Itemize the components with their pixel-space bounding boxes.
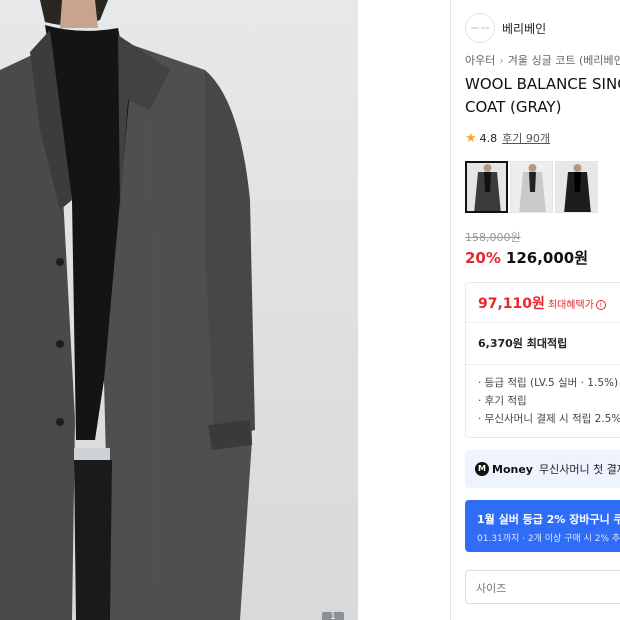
coupon-banner[interactable]: 1월 실버 등급 2% 장바구니 쿠폰 01.31까지 · 2개 이상 구매 시… xyxy=(465,500,620,552)
points-item: · 무신사머니 결제 시 적립 2.5% xyxy=(478,413,620,425)
points-summary: 6,370원 최대적립 xyxy=(466,323,620,365)
money-m-icon: M xyxy=(475,462,489,476)
star-icon: ★ xyxy=(465,130,477,146)
breadcrumb: 아우터 › 겨울 싱글 코트 (베리베인) xyxy=(465,52,620,68)
swatch-gray[interactable] xyxy=(465,161,508,213)
size-select[interactable]: 사이즈 xyxy=(465,570,620,604)
money-banner[interactable]: M Money 무신사머니 첫 결제 xyxy=(465,450,620,488)
coupon-subtext: 01.31까지 · 2개 이상 구매 시 2% 추가 xyxy=(477,534,620,544)
swatch-light-gray-thumbnail xyxy=(511,162,552,212)
rating-row: ★ 4.8 후기 90개 xyxy=(465,130,550,146)
money-banner-text: 무신사머니 첫 결제 xyxy=(538,463,620,476)
product-title: WOOL BALANCE SINGLE COAT (GRAY) xyxy=(465,75,620,116)
swatch-black[interactable] xyxy=(555,161,598,213)
breadcrumb-subcategory[interactable]: 겨울 싱글 코트 (베리베인) xyxy=(508,54,620,67)
image-counter-badge: 1 xyxy=(322,612,344,620)
discount-rate: 20% xyxy=(465,249,501,267)
points-item: · 후기 적립 xyxy=(478,395,527,407)
swatch-black-thumbnail xyxy=(556,162,597,212)
info-icon[interactable]: i xyxy=(595,300,606,310)
points-item: · 등급 적립 (LV.5 실버 · 1.5%) xyxy=(478,377,619,389)
product-main-image[interactable]: 1 xyxy=(0,0,358,620)
swatch-light-gray[interactable] xyxy=(510,161,553,213)
brand-logo[interactable]: VERY VAIN xyxy=(465,13,495,43)
money-brand-word: Money xyxy=(492,462,533,476)
original-price: 158,000원 xyxy=(465,231,521,244)
brand-name[interactable]: 베리베인 xyxy=(502,20,546,37)
coat-model-illustration xyxy=(0,0,255,620)
rating-value: 4.8 xyxy=(479,131,498,145)
max-benefit-row[interactable]: 97,110원 최대혜택가 i xyxy=(466,283,620,323)
review-count-link[interactable]: 후기 90개 xyxy=(502,130,550,146)
points-list: · 등급 적립 (LV.5 실버 · 1.5%) · 후기 적립 · 무신사머니… xyxy=(466,365,620,428)
coupon-title: 1월 실버 등급 2% 장바구니 쿠폰 xyxy=(477,513,620,526)
swatch-gray-thumbnail xyxy=(466,162,507,212)
color-swatches xyxy=(465,161,598,213)
sale-price: 126,000원 xyxy=(505,249,589,267)
chevron-right-icon: › xyxy=(499,54,504,67)
max-benefit-label: 최대혜택가 xyxy=(547,300,594,311)
max-benefit-price: 97,110원 xyxy=(478,296,545,312)
breadcrumb-category[interactable]: 아우터 xyxy=(465,54,495,67)
brand-row[interactable]: VERY VAIN 베리베인 xyxy=(465,13,546,43)
benefit-box: 97,110원 최대혜택가 i 6,370원 최대적립 · 등급 적립 (LV.5 … xyxy=(465,282,620,438)
product-info-panel: VERY VAIN 베리베인 아우터 › 겨울 싱글 코트 (베리베인) WOOL … xyxy=(451,0,620,620)
gallery-gap xyxy=(358,0,450,620)
price-row: 20% 126,000원 xyxy=(465,247,588,268)
